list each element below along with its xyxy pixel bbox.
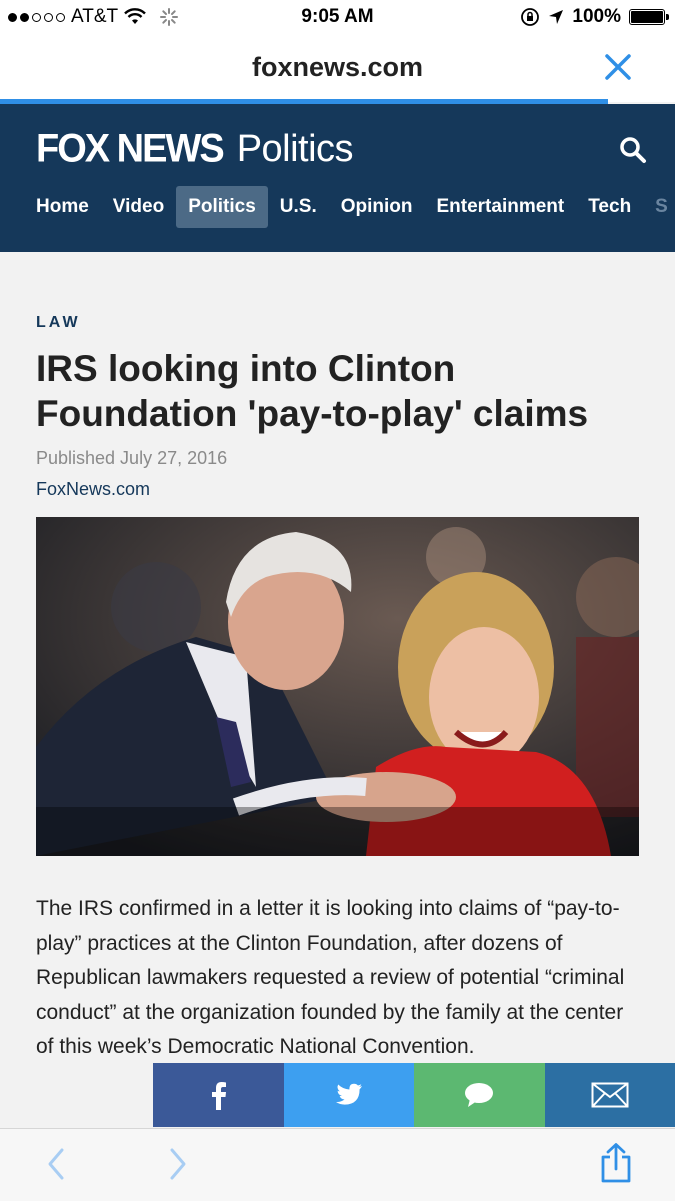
nav-item-video[interactable]: Video xyxy=(101,186,176,228)
logo-section: Politics xyxy=(237,128,353,171)
logo-brand: FOX NEWS xyxy=(36,127,223,172)
share-twitter-button[interactable] xyxy=(284,1063,415,1127)
chevron-right-icon[interactable] xyxy=(166,1147,190,1181)
share-mail-button[interactable] xyxy=(545,1063,675,1127)
url-bar[interactable]: foxnews.com xyxy=(0,36,675,102)
nav-item-opinion[interactable]: Opinion xyxy=(329,186,425,228)
facebook-icon xyxy=(207,1080,229,1110)
article-headline: IRS looking into Clinton Foundation 'pay… xyxy=(36,346,641,436)
message-icon xyxy=(464,1082,494,1108)
nav-item-home[interactable]: Home xyxy=(24,186,101,228)
browser-toolbar xyxy=(0,1128,675,1201)
twitter-icon xyxy=(335,1083,363,1107)
orientation-lock-icon xyxy=(520,7,540,27)
chevron-left-icon[interactable] xyxy=(44,1147,68,1181)
nav-item-entertainment[interactable]: Entertainment xyxy=(424,186,576,228)
article: LAW IRS looking into Clinton Foundation … xyxy=(36,252,641,500)
url-domain[interactable]: foxnews.com xyxy=(0,52,675,83)
share-bar xyxy=(153,1063,675,1127)
nav-item-us[interactable]: U.S. xyxy=(268,186,329,228)
nav-item-politics[interactable]: Politics xyxy=(176,186,268,228)
article-photo-illustration xyxy=(36,517,639,856)
share-message-button[interactable] xyxy=(414,1063,545,1127)
status-bar: AT&T 9:05 AM 100% xyxy=(0,0,675,36)
article-category[interactable]: LAW xyxy=(36,314,641,332)
published-date: Published July 27, 2016 xyxy=(36,448,641,469)
battery-percent: 100% xyxy=(572,6,621,28)
search-icon[interactable] xyxy=(619,136,647,164)
nav-item-tech[interactable]: Tech xyxy=(576,186,643,228)
section-nav: Home Video Politics U.S. Opinion Enterta… xyxy=(24,186,668,228)
article-body: The IRS confirmed in a letter it is look… xyxy=(36,892,646,1065)
close-icon[interactable] xyxy=(603,52,633,82)
article-photo[interactable] xyxy=(36,517,639,856)
site-header: FOX NEWS Politics Home Video Politics U.… xyxy=(0,104,675,252)
share-facebook-button[interactable] xyxy=(153,1063,284,1127)
share-icon[interactable] xyxy=(598,1143,634,1183)
fox-news-logo[interactable]: FOX NEWS Politics xyxy=(36,128,353,171)
battery-icon xyxy=(629,9,665,25)
location-arrow-icon xyxy=(548,9,564,25)
article-source[interactable]: FoxNews.com xyxy=(36,479,641,500)
nav-item-cutoff[interactable]: S xyxy=(643,186,668,228)
mail-icon xyxy=(591,1082,629,1108)
